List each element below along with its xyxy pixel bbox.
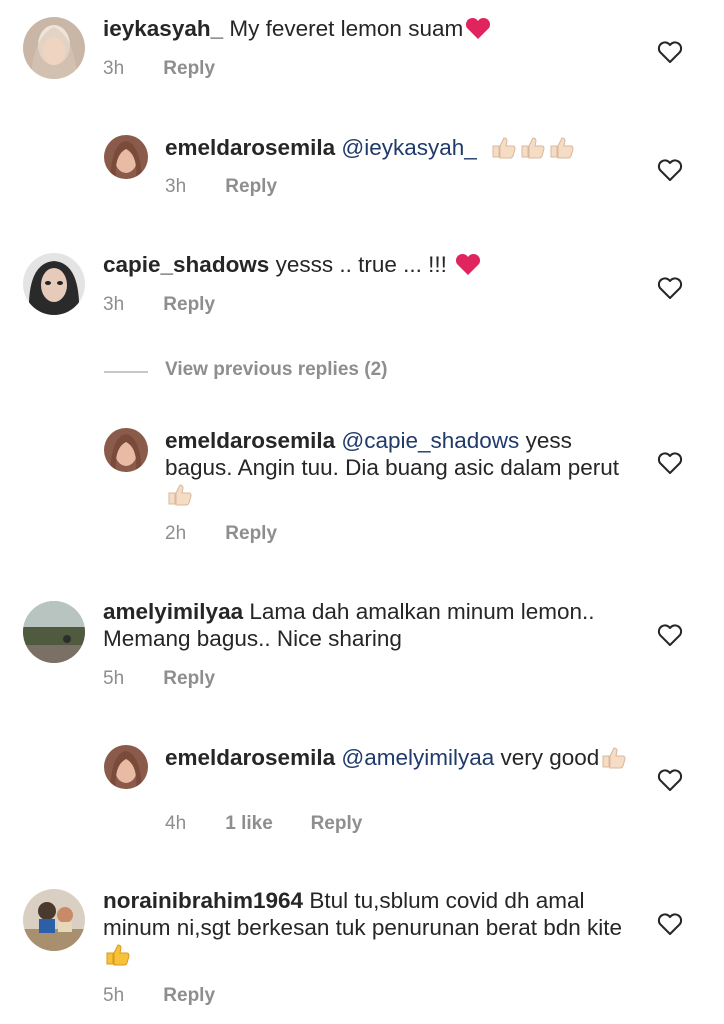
comment-text: amelyimilyaa Lama dah amalkan minum lemo… bbox=[103, 598, 633, 652]
thumbs-up-icon bbox=[106, 944, 130, 966]
thumbs-up-icon bbox=[602, 747, 626, 769]
avatar[interactable] bbox=[104, 135, 148, 179]
timestamp: 3h bbox=[165, 176, 187, 197]
thumbs-up-icon bbox=[492, 137, 574, 159]
avatar[interactable] bbox=[23, 601, 85, 663]
timestamp: 4h bbox=[165, 813, 187, 834]
comment-text: emeldarosemila @ieykasyah_ bbox=[165, 134, 635, 161]
heart-outline-icon[interactable] bbox=[657, 622, 683, 648]
comment-meta: 5h Reply bbox=[103, 668, 215, 690]
comment-text: ieykasyah_ My feveret lemon suam bbox=[103, 15, 633, 42]
comment-text: emeldarosemila @amelyimilyaa very good bbox=[165, 744, 635, 771]
view-previous-replies-label: View previous replies (2) bbox=[165, 359, 388, 380]
username[interactable]: emeldarosemila bbox=[165, 428, 335, 453]
comment-meta: 2h Reply bbox=[165, 523, 277, 545]
timestamp: 5h bbox=[103, 985, 125, 1006]
username[interactable]: amelyimilyaa bbox=[103, 599, 243, 624]
comment-message: yesss .. true ... !!! bbox=[275, 252, 447, 277]
username[interactable]: norainibrahim1964 bbox=[103, 888, 303, 913]
timestamp: 3h bbox=[103, 294, 125, 315]
username[interactable]: emeldarosemila bbox=[165, 135, 335, 160]
reply-button[interactable]: Reply bbox=[163, 668, 215, 690]
comment-text: capie_shadows yesss .. true ... !!! bbox=[103, 251, 633, 278]
reply-button[interactable]: Reply bbox=[163, 985, 215, 1007]
reply-button[interactable]: Reply bbox=[311, 813, 363, 835]
reply-button[interactable]: Reply bbox=[225, 176, 277, 198]
red-heart-icon bbox=[455, 253, 480, 275]
heart-outline-icon[interactable] bbox=[657, 157, 683, 183]
timestamp: 3h bbox=[103, 58, 125, 79]
red-heart-icon bbox=[466, 17, 491, 39]
timestamp: 2h bbox=[165, 523, 187, 544]
comment-meta: 4h 1 like Reply bbox=[165, 813, 362, 835]
mention-link[interactable]: @capie_shadows bbox=[341, 428, 519, 453]
heart-outline-icon[interactable] bbox=[657, 275, 683, 301]
comment-message: very good bbox=[500, 745, 600, 770]
avatar[interactable] bbox=[104, 745, 148, 789]
username[interactable]: ieykasyah_ bbox=[103, 16, 223, 41]
comment-meta: 5h Reply bbox=[103, 985, 215, 1007]
heart-outline-icon[interactable] bbox=[657, 911, 683, 937]
avatar[interactable] bbox=[23, 889, 85, 951]
username[interactable]: emeldarosemila bbox=[165, 745, 335, 770]
comment-meta: 3h Reply bbox=[103, 294, 215, 316]
heart-outline-icon[interactable] bbox=[657, 39, 683, 65]
avatar[interactable] bbox=[104, 428, 148, 472]
mention-link[interactable]: @ieykasyah_ bbox=[341, 135, 476, 160]
divider bbox=[104, 371, 148, 373]
mention-link[interactable]: @amelyimilyaa bbox=[341, 745, 494, 770]
comment-message: My feveret lemon suam bbox=[229, 16, 464, 41]
comment-meta: 3h Reply bbox=[165, 176, 277, 198]
avatar[interactable] bbox=[23, 253, 85, 315]
comment-meta: 3h Reply bbox=[103, 58, 215, 80]
timestamp: 5h bbox=[103, 668, 125, 689]
reply-button[interactable]: Reply bbox=[163, 58, 215, 80]
avatar[interactable] bbox=[23, 17, 85, 79]
heart-outline-icon[interactable] bbox=[657, 450, 683, 476]
thumbs-up-icon bbox=[168, 484, 192, 506]
comment-text: norainibrahim1964 Btul tu,sblum covid dh… bbox=[103, 887, 633, 968]
reply-button[interactable]: Reply bbox=[163, 294, 215, 316]
username[interactable]: capie_shadows bbox=[103, 252, 269, 277]
comment-text: emeldarosemila @capie_shadows yess bagus… bbox=[165, 427, 635, 508]
likes-count[interactable]: 1 like bbox=[225, 813, 305, 835]
heart-outline-icon[interactable] bbox=[657, 767, 683, 793]
reply-button[interactable]: Reply bbox=[225, 523, 277, 545]
